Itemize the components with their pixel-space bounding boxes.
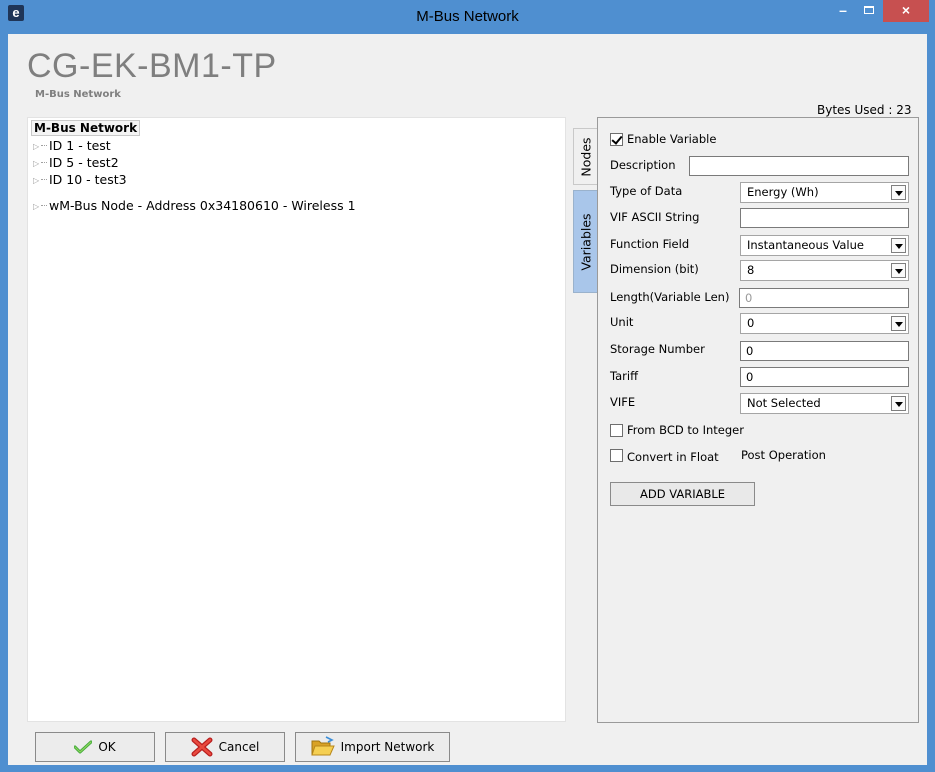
- expand-arrow-icon[interactable]: ▷: [33, 139, 41, 155]
- length-label: Length(Variable Len): [610, 290, 730, 304]
- ok-label: OK: [98, 740, 116, 754]
- tab-variables[interactable]: Variables: [573, 190, 597, 293]
- length-input: 0: [739, 288, 909, 308]
- tariff-label: Tariff: [610, 369, 639, 383]
- type-of-data-label: Type of Data: [610, 184, 683, 198]
- close-button[interactable]: ×: [883, 0, 929, 22]
- product-name: CG-EK-BM1-TP: [27, 47, 277, 85]
- tree-node-label: ID 10 - test3: [49, 172, 127, 187]
- function-field-select[interactable]: Instantaneous Value: [740, 235, 909, 256]
- vif-ascii-input[interactable]: [740, 208, 909, 228]
- red-x-icon: [191, 737, 213, 757]
- chevron-down-icon[interactable]: [891, 316, 906, 331]
- description-input[interactable]: [689, 156, 909, 176]
- cancel-button[interactable]: Cancel: [165, 732, 285, 762]
- tab-variables-label: Variables: [578, 212, 593, 271]
- page-subtitle: M-Bus Network: [35, 89, 121, 100]
- enable-variable-label: Enable Variable: [627, 132, 717, 146]
- tree-node-label: ID 5 - test2: [49, 155, 119, 170]
- ok-button[interactable]: OK: [35, 732, 155, 762]
- tree-node-label: ID 1 - test: [49, 138, 111, 153]
- enable-variable-checkbox[interactable]: [610, 133, 623, 146]
- tariff-input[interactable]: 0: [740, 367, 909, 387]
- expand-arrow-icon[interactable]: ▷: [33, 156, 41, 172]
- tree-node[interactable]: ▷ wM-Bus Node - Address 0x34180610 - Wire…: [33, 198, 356, 214]
- tree-node[interactable]: ▷ ID 1 - test: [33, 138, 111, 154]
- storage-number-input[interactable]: 0: [740, 341, 909, 361]
- import-network-label: Import Network: [340, 740, 435, 754]
- bytes-used-label: Bytes Used : 23: [817, 103, 912, 117]
- chevron-down-icon[interactable]: [891, 238, 906, 253]
- expand-arrow-icon[interactable]: ▷: [33, 173, 41, 189]
- convert-float-label: Convert in Float: [627, 450, 719, 464]
- chevron-down-icon[interactable]: [891, 396, 906, 411]
- cancel-label: Cancel: [218, 740, 260, 754]
- tree-connector: [41, 162, 47, 163]
- post-operation-label[interactable]: Post Operation: [741, 448, 826, 462]
- tree-connector: [41, 179, 47, 180]
- vife-select[interactable]: Not Selected: [740, 393, 909, 414]
- add-variable-button[interactable]: ADD VARIABLE: [610, 482, 755, 506]
- tree-node[interactable]: ▷ ID 5 - test2: [33, 155, 119, 171]
- import-network-button[interactable]: Import Network: [295, 732, 450, 762]
- expand-arrow-icon[interactable]: ▷: [33, 199, 41, 215]
- unit-select[interactable]: 0: [740, 313, 909, 334]
- network-tree[interactable]: M-Bus Network ▷ ID 1 - test ▷ ID 5 - test2…: [27, 117, 566, 722]
- dimension-select[interactable]: 8: [740, 260, 909, 281]
- unit-label: Unit: [610, 315, 634, 329]
- type-of-data-select[interactable]: Energy (Wh): [740, 182, 909, 203]
- convert-float-checkbox[interactable]: [610, 449, 623, 462]
- tree-root-node[interactable]: M-Bus Network: [31, 120, 141, 136]
- minimize-button[interactable]: –: [830, 0, 856, 22]
- app-window: e M-Bus Network – × CG-EK-BM1-TP M-Bus N…: [0, 0, 935, 772]
- tree-node[interactable]: ▷ ID 10 - test3: [33, 172, 127, 188]
- check-icon: [73, 740, 93, 754]
- from-bcd-checkbox[interactable]: [610, 424, 623, 437]
- tree-connector: [41, 205, 47, 206]
- vif-ascii-label: VIF ASCII String: [610, 210, 700, 224]
- type-of-data-value: Energy (Wh): [747, 185, 819, 199]
- tree-node-label: wM-Bus Node - Address 0x34180610 - Wirel…: [49, 198, 356, 213]
- chevron-down-icon[interactable]: [891, 263, 906, 278]
- storage-number-label: Storage Number: [610, 342, 705, 356]
- vife-value: Not Selected: [747, 396, 821, 410]
- from-bcd-label: From BCD to Integer: [627, 423, 744, 437]
- tree-connector: [41, 145, 47, 146]
- folder-open-icon: [310, 736, 335, 758]
- function-field-value: Instantaneous Value: [747, 238, 864, 252]
- function-field-label: Function Field: [610, 237, 690, 251]
- tab-nodes[interactable]: Nodes: [573, 128, 597, 185]
- unit-value: 0: [747, 316, 755, 330]
- vife-label: VIFE: [610, 395, 636, 409]
- maximize-button[interactable]: [856, 0, 882, 22]
- chevron-down-icon[interactable]: [891, 185, 906, 200]
- description-label: Description: [610, 158, 676, 172]
- window-title: M-Bus Network: [416, 8, 519, 25]
- tab-nodes-label: Nodes: [578, 136, 593, 177]
- dimension-label: Dimension (bit): [610, 262, 699, 276]
- dimension-value: 8: [747, 263, 755, 277]
- maximize-icon: [864, 6, 874, 14]
